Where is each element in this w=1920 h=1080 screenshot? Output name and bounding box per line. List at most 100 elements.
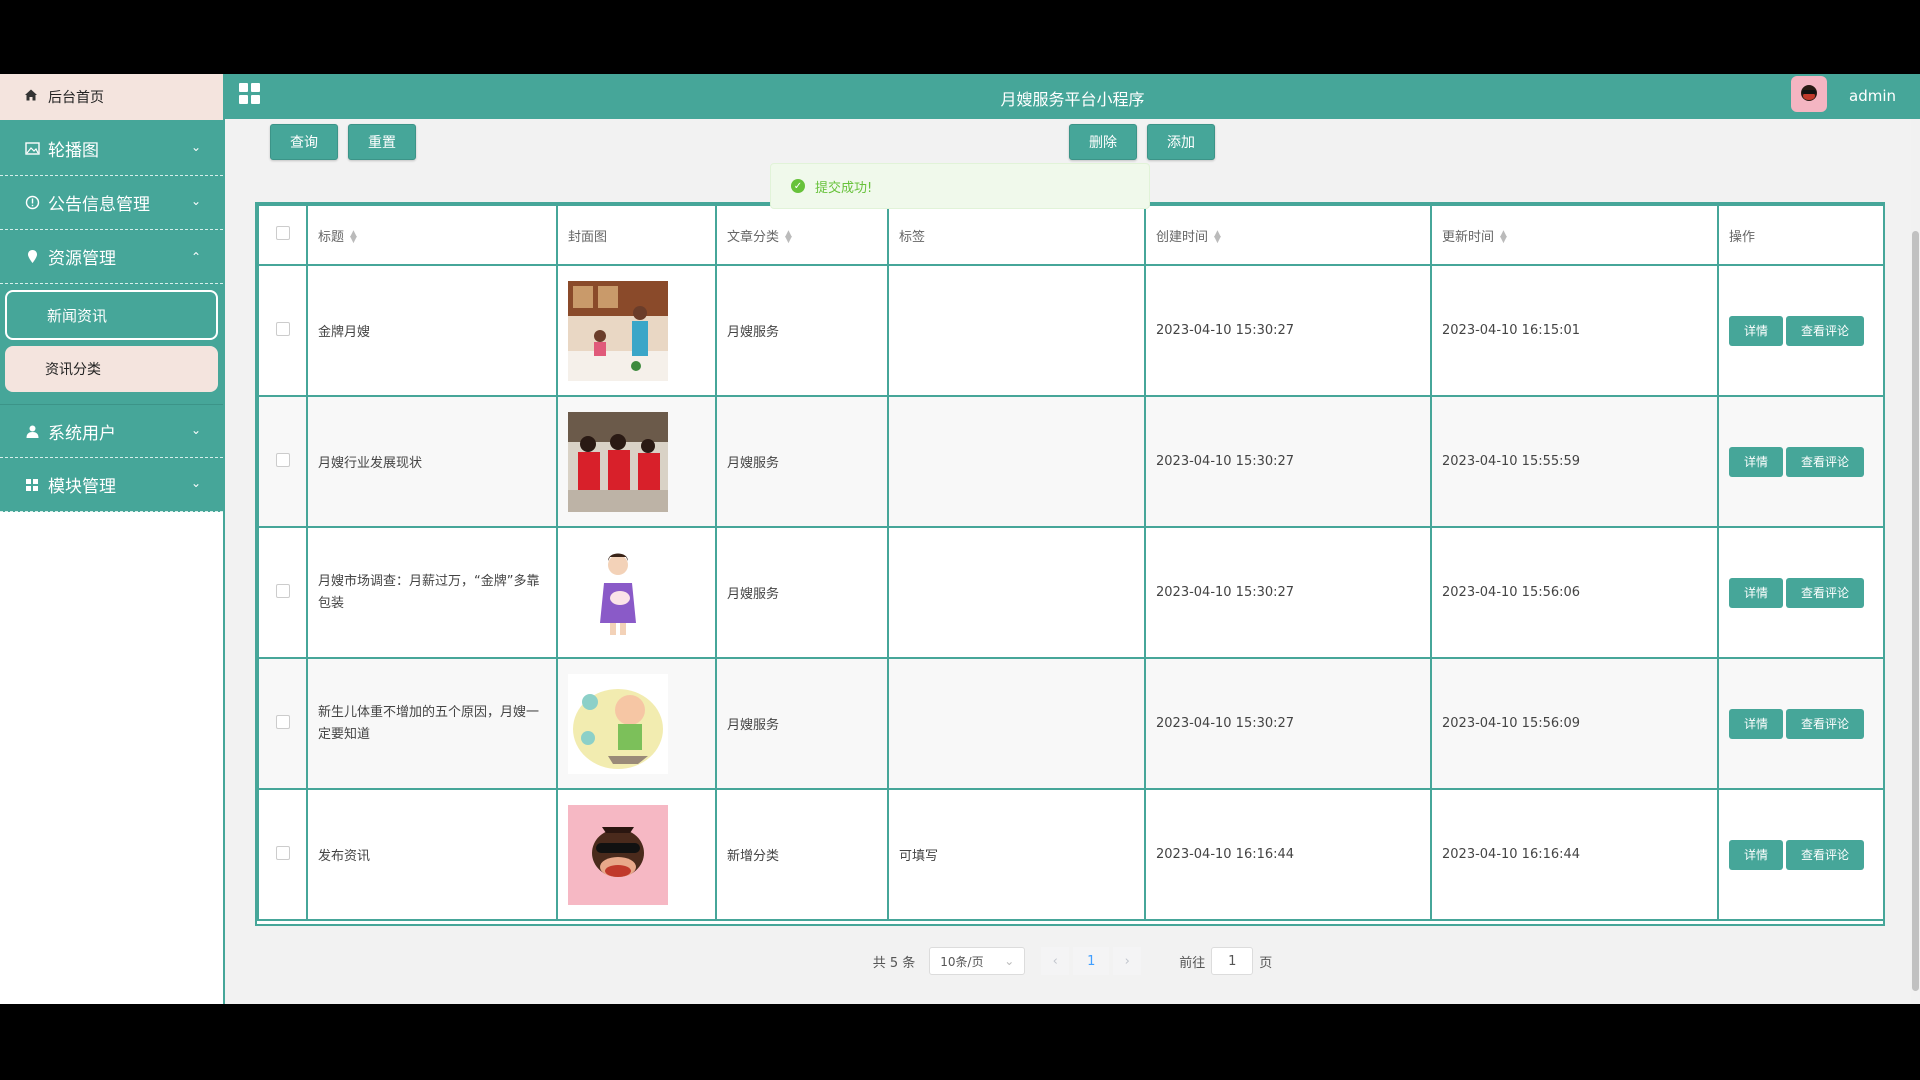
cover-image-training[interactable] — [568, 411, 668, 512]
image-icon — [24, 141, 40, 157]
updated-cell: 2023-04-10 15:55:59 — [1430, 395, 1719, 528]
column-header-created[interactable]: 创建时间 ▲ ▼ — [1144, 204, 1432, 266]
column-header-cover: 封面图 — [556, 204, 717, 266]
header-label: 操作 — [1729, 229, 1756, 245]
monkey-avatar-icon — [1801, 85, 1817, 101]
column-header-tag: 标签 — [887, 204, 1146, 266]
submenu-label: 新闻资讯 — [47, 306, 108, 325]
goto-prefix: 前往 — [1179, 955, 1206, 971]
toast-message: 提交成功! — [815, 180, 873, 196]
avatar[interactable] — [1791, 76, 1827, 112]
query-button[interactable]: 查询 — [270, 124, 338, 160]
location-icon — [24, 249, 40, 265]
title-cell: 新生儿体重不增加的五个原因，月嫂一定要知道 — [306, 657, 558, 790]
chevron-down-icon: ⌄ — [190, 140, 201, 154]
sidebar-item-home[interactable]: 后台首页 — [0, 74, 223, 122]
username[interactable]: admin — [1849, 87, 1896, 105]
top-bar: 月嫂服务平台小程序 admin — [225, 74, 1920, 119]
sidebar-item-modules[interactable]: 模块管理 ⌄ — [0, 458, 223, 512]
category-cell: 月嫂服务 — [715, 395, 889, 528]
delete-button[interactable]: 删除 — [1069, 124, 1137, 160]
select-all-cell — [257, 204, 308, 266]
select-all-checkbox[interactable] — [275, 226, 290, 240]
reset-button[interactable]: 重置 — [348, 124, 416, 160]
tag-cell — [887, 657, 1146, 790]
grid-icon — [24, 477, 40, 493]
header-label: 标题 — [318, 229, 345, 245]
title-cell: 月嫂行业发展现状 — [306, 395, 558, 528]
sidebar-item-news[interactable]: 新闻资讯 — [5, 290, 218, 340]
sort-icon[interactable]: ▲ ▼ — [1500, 230, 1507, 245]
updated-cell: 2023-04-10 16:15:01 — [1430, 264, 1719, 397]
goto-page-input[interactable]: 1 — [1211, 947, 1254, 975]
page-size-value: 10条/页 — [940, 954, 984, 969]
sort-icon[interactable]: ▲ ▼ — [785, 230, 792, 245]
chevron-up-icon: ⌃ — [190, 250, 201, 264]
vertical-scrollbar[interactable] — [1911, 119, 1920, 1004]
created-cell: 2023-04-10 15:30:27 — [1144, 657, 1432, 790]
cover-image-baby-cartoon[interactable] — [568, 673, 668, 774]
sort-icon[interactable]: ▲ ▼ — [350, 230, 357, 245]
row-select-cell — [257, 395, 308, 528]
detail-button[interactable]: 详情 — [1729, 839, 1783, 870]
cover-image-monkey[interactable] — [568, 804, 668, 905]
actions-cell: 详情 查看评论 — [1717, 264, 1883, 397]
view-comments-button[interactable]: 查看评论 — [1786, 577, 1864, 608]
table-header-row: 标题 ▲ ▼ 封面图 文章分类 ▲ ▼ 标签 创建时间 ▲ ▼ 更新时间 ▲ ▼ 操作 — [257, 204, 1883, 266]
category-cell: 月嫂服务 — [715, 657, 889, 790]
row-select-cell — [257, 264, 308, 397]
sidebar-item-notice[interactable]: 公告信息管理 ⌄ — [0, 176, 223, 230]
sidebar-item-news-category[interactable]: 资讯分类 — [5, 346, 218, 392]
prev-page-button[interactable]: ‹ — [1041, 947, 1070, 975]
updated-cell: 2023-04-10 15:56:06 — [1430, 526, 1719, 659]
tag-cell — [887, 264, 1146, 397]
main-content: 查询 重置 删除 添加 标题 ▲ ▼ 封面图 文章分类 ▲ ▼ 标签 创建时间 ▲ ▼ 更新… — [225, 119, 1920, 1004]
row-checkbox[interactable] — [275, 321, 290, 336]
chevron-down-icon: ⌄ — [190, 194, 201, 208]
next-page-button[interactable]: › — [1113, 947, 1142, 975]
updated-cell: 2023-04-10 15:56:09 — [1430, 657, 1719, 790]
scrollbar-thumb[interactable] — [1912, 231, 1919, 991]
column-header-updated[interactable]: 更新时间 ▲ ▼ — [1430, 204, 1719, 266]
sort-icon[interactable]: ▲ ▼ — [1214, 230, 1221, 245]
view-comments-button[interactable]: 查看评论 — [1786, 315, 1864, 346]
view-comments-button[interactable]: 查看评论 — [1786, 708, 1864, 739]
sidebar-menu-label: 系统用户 — [48, 423, 116, 444]
detail-button[interactable]: 详情 — [1729, 315, 1783, 346]
row-checkbox[interactable] — [275, 714, 290, 729]
table-row: 发布资讯 新增分类 可填写 2023-04-10 16:16:44 2023-0… — [257, 788, 1883, 921]
sidebar-item-resources[interactable]: 资源管理 ⌃ — [0, 230, 223, 284]
sidebar-item-carousel[interactable]: 轮播图 ⌄ — [0, 122, 223, 176]
column-header-category[interactable]: 文章分类 ▲ ▼ — [715, 204, 889, 266]
tag-cell: 可填写 — [887, 788, 1146, 921]
row-select-cell — [257, 526, 308, 659]
page-size-select[interactable]: 10条/页 ⌄ — [929, 947, 1026, 975]
row-checkbox[interactable] — [275, 845, 290, 860]
page-number-current[interactable]: 1 — [1073, 947, 1110, 975]
table-row: 金牌月嫂 月嫂服务 2023-04-10 15:30:27 2023-04-10… — [257, 264, 1883, 397]
sidebar-menu-label: 公告信息管理 — [48, 195, 150, 215]
row-checkbox[interactable] — [275, 583, 290, 598]
cover-cell — [556, 788, 717, 921]
created-cell: 2023-04-10 15:30:27 — [1144, 395, 1432, 528]
detail-button[interactable]: 详情 — [1729, 446, 1783, 477]
column-header-title[interactable]: 标题 ▲ ▼ — [306, 204, 558, 266]
view-comments-button[interactable]: 查看评论 — [1786, 839, 1864, 870]
row-checkbox[interactable] — [275, 452, 290, 467]
detail-button[interactable]: 详情 — [1729, 577, 1783, 608]
actions-cell: 详情 查看评论 — [1717, 395, 1883, 528]
cover-cell — [556, 526, 717, 659]
category-cell: 月嫂服务 — [715, 264, 889, 397]
header-label: 封面图 — [568, 229, 608, 245]
view-comments-button[interactable]: 查看评论 — [1786, 446, 1864, 477]
table-row: 月嫂市场调查：月薪过万，“金牌”多靠包装 月嫂服务 2023-04-10 15:… — [257, 526, 1883, 659]
detail-button[interactable]: 详情 — [1729, 708, 1783, 739]
add-button[interactable]: 添加 — [1147, 124, 1215, 160]
created-cell: 2023-04-10 16:16:44 — [1144, 788, 1432, 921]
total-count: 共 5 条 — [872, 955, 916, 971]
cover-image-kitchen[interactable] — [568, 280, 668, 381]
success-toast: ✓ 提交成功! — [770, 163, 1150, 209]
sidebar-item-system-users[interactable]: 系统用户 ⌄ — [0, 404, 223, 458]
cover-image-nanny-cartoon[interactable] — [568, 542, 668, 643]
title-cell: 发布资讯 — [306, 788, 558, 921]
